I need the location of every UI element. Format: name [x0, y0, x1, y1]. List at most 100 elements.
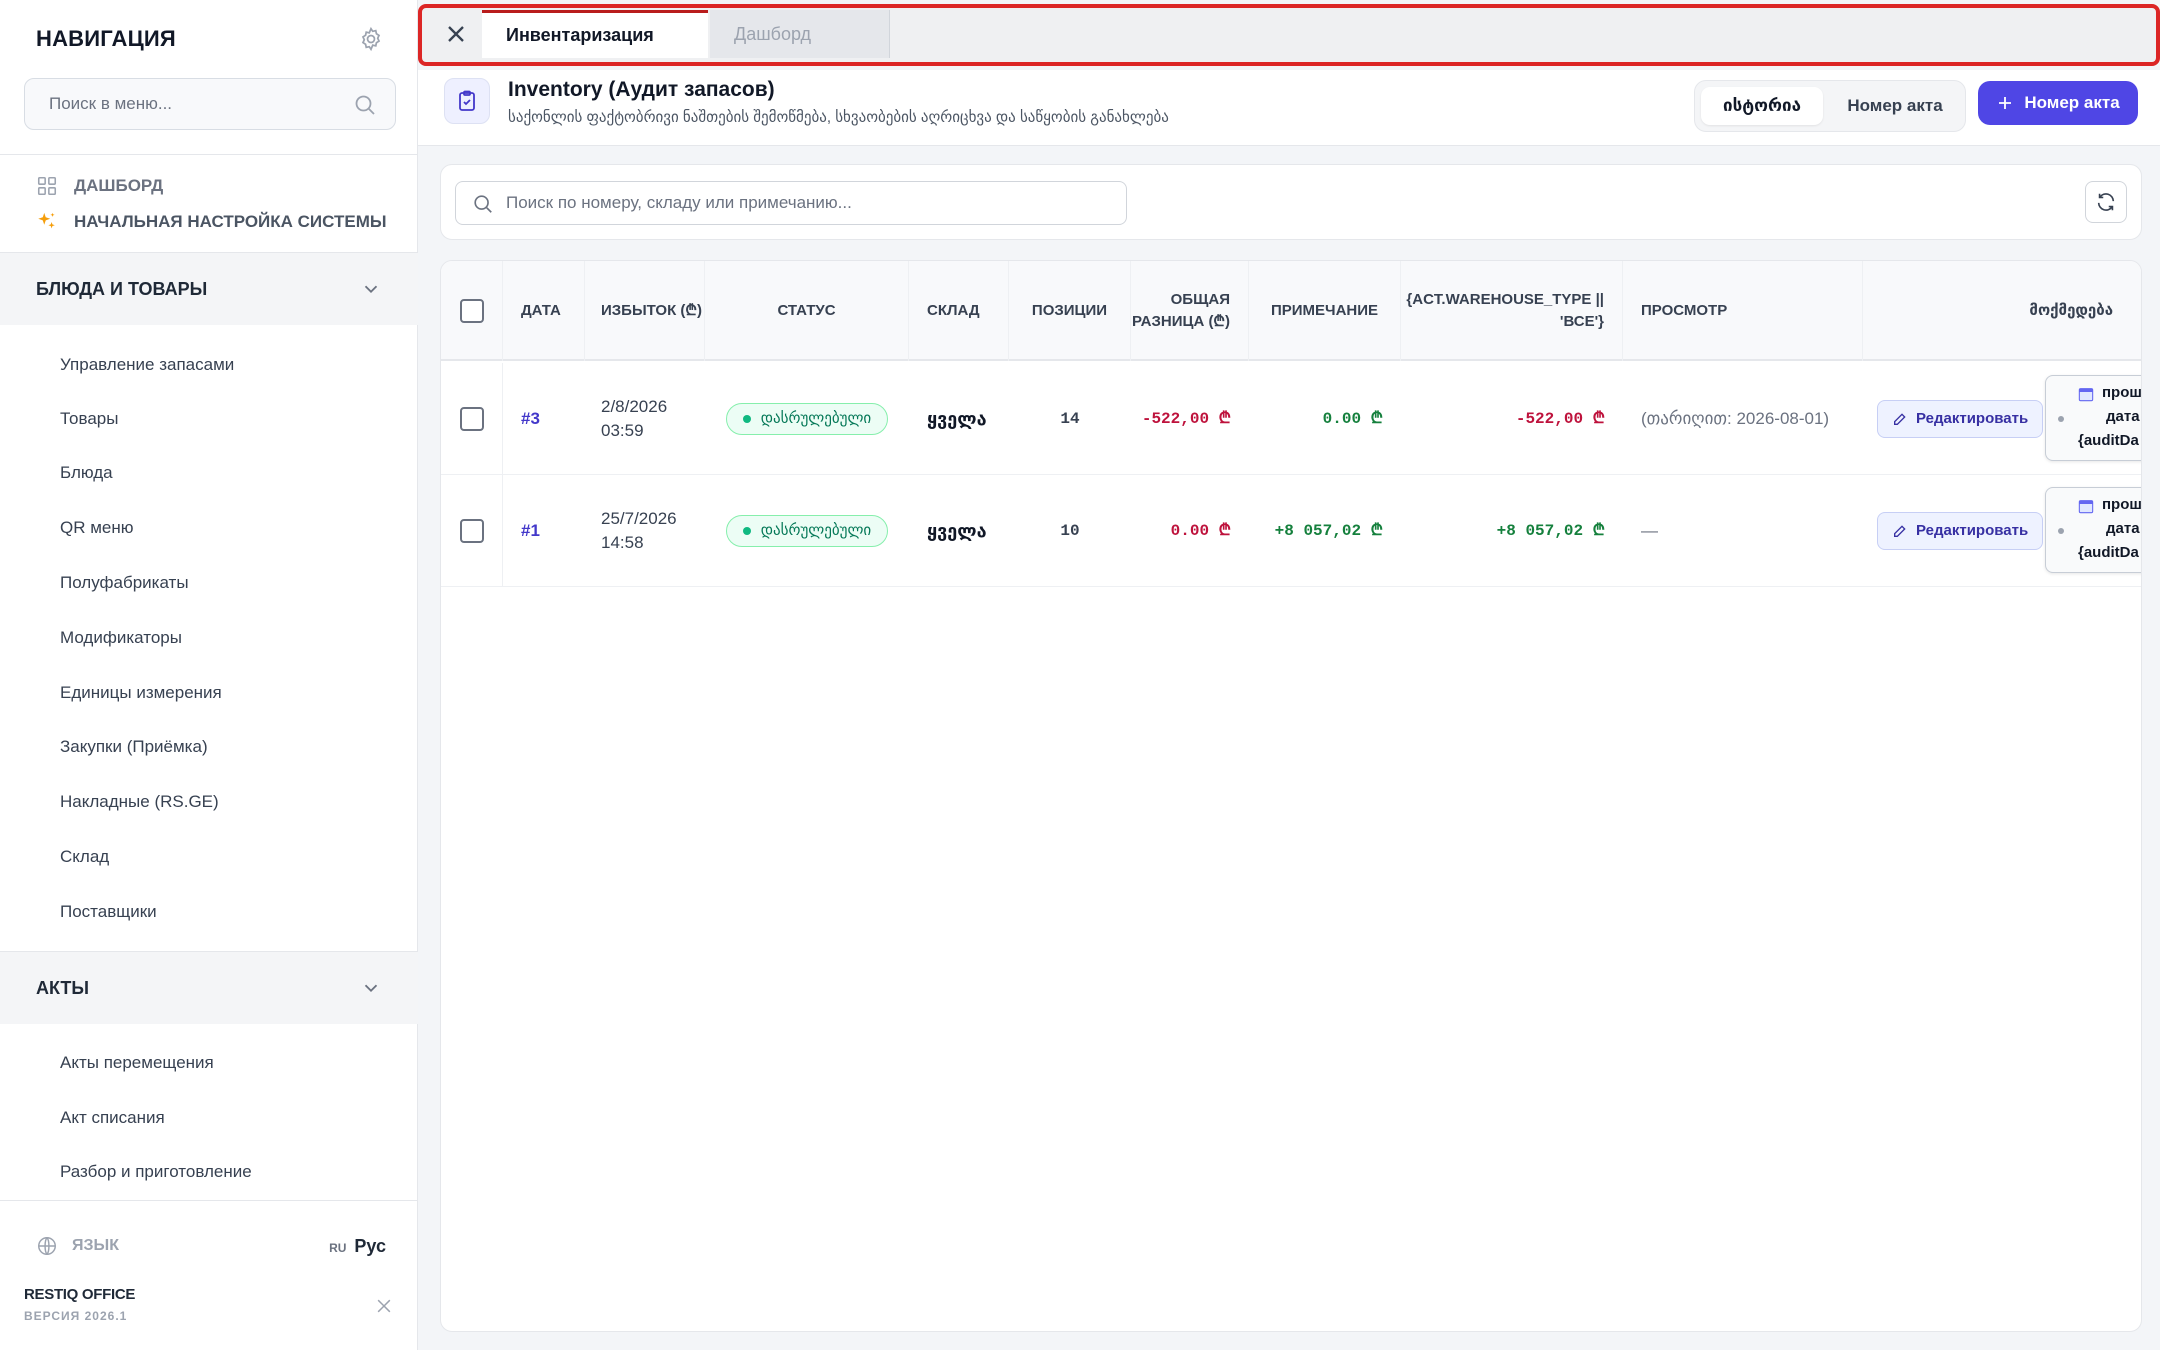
divider — [0, 154, 418, 155]
edit-button[interactable]: Редактировать — [1877, 400, 2044, 438]
sidebar-search — [24, 78, 396, 130]
tab-inventory[interactable]: Инвентаризация — [482, 10, 708, 58]
positions-cell: 10 — [1060, 522, 1080, 540]
new-act-button[interactable]: Номер акта — [1978, 81, 2138, 125]
view-cell: (თარიღით: 2026-08-01) — [1641, 409, 1830, 428]
date-value: 2/8/2026 — [601, 397, 668, 416]
sidebar-title: НАВИГАЦИЯ — [36, 26, 176, 51]
divider — [0, 1200, 418, 1201]
status-badge: დასრულებული — [725, 515, 889, 547]
column-date[interactable]: ДАТА — [503, 261, 585, 361]
select-all-checkbox[interactable] — [459, 299, 484, 323]
sidebar: НАВИГАЦИЯ ДАШБОРД НАЧАЛЬНАЯ НАСТРОЙКА СИ… — [0, 0, 418, 1350]
extra-action-button[interactable]: прош дата {auditDa — [2045, 375, 2142, 461]
note-cell: -522,00 ₾ — [1515, 410, 1605, 428]
language-current[interactable]: RU Рус — [329, 1236, 386, 1257]
act-number-link[interactable]: #3 — [503, 363, 585, 475]
menu-item[interactable]: Акт списания — [60, 1105, 165, 1131]
close-icon[interactable] — [442, 20, 470, 48]
close-icon[interactable] — [374, 1296, 394, 1316]
extra-label: прош — [2102, 384, 2142, 401]
menu-item[interactable]: Модификаторы — [60, 625, 182, 651]
menu-item[interactable]: Закупки (Приёмка) — [60, 734, 208, 760]
table-search-input[interactable] — [456, 182, 1126, 224]
date-cell: 25/7/2026 14:58 — [585, 475, 705, 587]
total-diff-cell: 0.00 ₾ — [1322, 410, 1383, 428]
quick-link-setup[interactable]: НАЧАЛЬНАЯ НАСТРОЙКА СИСТЕМЫ — [36, 208, 387, 236]
row-select-cell — [441, 363, 503, 475]
grid-icon — [37, 176, 57, 196]
row-checkbox[interactable] — [459, 407, 484, 431]
extra-label: дата — [2106, 408, 2140, 425]
menu-item[interactable]: Единицы измерения — [60, 680, 222, 706]
menu-item[interactable]: QR меню — [60, 515, 134, 541]
menu-item[interactable]: Поставщики — [60, 899, 157, 925]
act-number-link[interactable]: #1 — [503, 475, 585, 587]
tab-bar: Инвентаризация Дашборд — [418, 4, 2160, 66]
table-row: #1 25/7/2026 14:58 დასრულებული ყველა 10 … — [441, 475, 2142, 587]
status-cell: დასრულებული — [705, 363, 909, 475]
table-search — [455, 181, 1127, 225]
edit-cell: Редактировать — [1877, 363, 2044, 475]
chevron-down-icon — [364, 285, 378, 294]
language-switcher[interactable]: ЯЗЫК RU Рус — [36, 1232, 386, 1260]
extra-label: прош — [2102, 496, 2142, 513]
positions-cell: 14 — [1060, 410, 1080, 428]
refresh-button[interactable] — [2085, 181, 2127, 223]
column-warehouse-type[interactable]: {ACT.WAREHOUSE_TYPE || 'ВСЕ'} — [1401, 261, 1623, 361]
row-select-cell — [441, 475, 503, 587]
pencil-icon — [1894, 525, 1906, 537]
sparkles-icon — [38, 212, 55, 229]
menu-item[interactable]: Блюда — [60, 460, 113, 486]
filter-bar — [440, 164, 2142, 240]
section-header-dishes[interactable]: БЛЮДА И ТОВАРЫ — [0, 253, 418, 325]
menu-item[interactable]: Разбор и приготовление — [60, 1159, 252, 1185]
segment-act-number[interactable]: Номер акта — [1829, 87, 1961, 125]
quick-link-label: ДАШБОРД — [74, 176, 164, 195]
pencil-icon — [1894, 413, 1906, 425]
column-warehouse[interactable]: СКЛАД — [909, 261, 1009, 361]
column-surplus[interactable]: ИЗБЫТОК (₾) — [585, 261, 705, 361]
status-text: დასრულებული — [760, 410, 872, 427]
section-label: БЛЮДА И ТОВАРЫ — [36, 278, 208, 299]
warehouse-cell: ყველა — [927, 409, 987, 429]
menu-item[interactable]: Управление запасами — [60, 352, 234, 378]
column-status[interactable]: СТАТУС — [705, 261, 909, 361]
new-act-label: Номер акта — [2024, 93, 2120, 112]
row-checkbox[interactable] — [459, 519, 484, 543]
menu-item[interactable]: Накладные (RS.GE) — [60, 789, 219, 815]
segment-history[interactable]: ისტორია — [1701, 87, 1823, 125]
status-cell: დასრულებული — [705, 475, 909, 587]
extra-label: {auditDa — [2078, 432, 2139, 449]
search-icon — [355, 95, 375, 115]
extra-action-button[interactable]: прош дата {auditDa — [2045, 487, 2142, 573]
column-actions: მოქმედება — [2029, 302, 2113, 319]
bullet — [2058, 416, 2064, 422]
menu-item[interactable]: Склад — [60, 844, 109, 870]
plus-icon — [1999, 97, 2012, 109]
column-view[interactable]: ПРОСМОТР — [1623, 261, 1863, 361]
quick-link-label: НАЧАЛЬНАЯ НАСТРОЙКА СИСТЕМЫ — [74, 212, 387, 231]
column-positions[interactable]: ПОЗИЦИИ — [1009, 261, 1131, 361]
calendar-icon — [2078, 388, 2094, 402]
column-total-diff[interactable]: ОБЩАЯ РАЗНИЦА (₾) — [1131, 261, 1249, 361]
edit-label: Редактировать — [1916, 410, 2029, 427]
language-name: Рус — [354, 1235, 386, 1256]
section-header-acts[interactable]: АКТЫ — [0, 952, 418, 1024]
time-value: 03:59 — [601, 421, 644, 440]
clipboard-icon — [444, 78, 490, 124]
table-header: ДАТА ИЗБЫТОК (₾) СТАТУС СКЛАД ПОЗИЦИИ ОБ… — [441, 261, 2141, 361]
column-note[interactable]: ПРИМЕЧАНИЕ — [1249, 261, 1401, 361]
status-dot — [742, 527, 751, 535]
menu-item[interactable]: Товары — [60, 406, 118, 432]
sidebar-search-input[interactable] — [25, 79, 395, 129]
menu-item[interactable]: Акты перемещения — [60, 1050, 214, 1076]
total-diff-cell: +8 057,02 ₾ — [1274, 522, 1383, 540]
edit-button[interactable]: Редактировать — [1877, 512, 2044, 550]
tab-dashboard[interactable]: Дашборд — [710, 10, 890, 58]
view-cell: — — [1641, 521, 1658, 540]
gear-icon[interactable] — [358, 26, 384, 52]
menu-item[interactable]: Полуфабрикаты — [60, 570, 189, 596]
quick-link-dashboard[interactable]: ДАШБОРД — [36, 172, 163, 200]
language-label: ЯЗЫК — [72, 1237, 119, 1254]
